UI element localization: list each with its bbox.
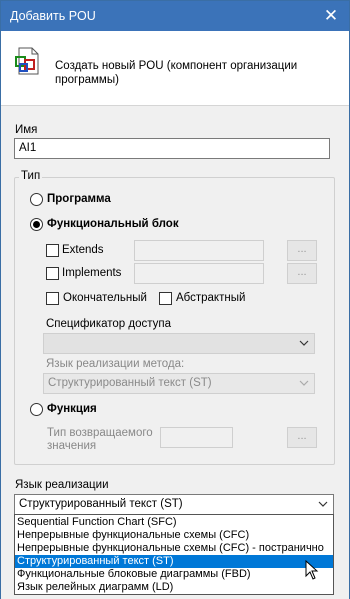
- implements-label: Implements: [62, 267, 122, 279]
- implements-checkbox[interactable]: [46, 267, 59, 280]
- final-label: Окончательный: [63, 292, 147, 304]
- header-description: Создать новый POU (компонент организации…: [55, 60, 298, 86]
- close-icon: ✕: [323, 6, 339, 25]
- add-pou-dialog: Добавить POU ✕ Создать новый POU (компон…: [0, 0, 350, 599]
- extends-input[interactable]: [134, 240, 264, 261]
- final-checkbox[interactable]: [46, 292, 59, 305]
- function-block-radio[interactable]: [30, 218, 43, 231]
- dialog-header: Создать новый POU (компонент организации…: [1, 31, 349, 106]
- extends-checkbox[interactable]: [46, 244, 59, 257]
- dropdown-option-fbd[interactable]: Функциональные блоковые диаграммы (FBD): [15, 568, 333, 581]
- access-specifier-label: Спецификатор доступа: [46, 318, 172, 330]
- implements-browse-button[interactable]: ...: [287, 263, 317, 284]
- implementation-language-select[interactable]: Структурированный текст (ST): [14, 494, 334, 515]
- dropdown-option-sfc[interactable]: Sequential Function Chart (SFC): [15, 516, 333, 529]
- type-group-legend: Тип: [19, 170, 43, 182]
- implementation-language-value: Структурированный текст (ST): [19, 498, 183, 510]
- extends-label: Extends: [62, 244, 104, 256]
- access-specifier-select[interactable]: [43, 333, 315, 354]
- function-radio[interactable]: [30, 403, 43, 416]
- dropdown-option-cfc[interactable]: Непрерывные функциональные схемы (CFC): [15, 529, 333, 542]
- implementation-language-label: Язык реализации: [15, 479, 109, 491]
- close-button[interactable]: ✕: [321, 6, 341, 26]
- window-title: Добавить POU: [10, 9, 96, 23]
- name-label: Имя: [15, 124, 38, 136]
- implementation-language-dropdown-list: Sequential Function Chart (SFC) Непрерыв…: [14, 514, 334, 595]
- mouse-pointer-icon: [305, 560, 319, 580]
- return-type-label: Тип возвращаемого значения: [47, 427, 153, 452]
- method-language-value: Структурированный текст (ST): [48, 377, 212, 389]
- dropdown-option-st[interactable]: Структурированный текст (ST): [15, 555, 333, 568]
- function-block-radio-label[interactable]: Функциональный блок: [47, 218, 179, 230]
- program-radio[interactable]: [30, 193, 43, 206]
- return-type-input[interactable]: [160, 427, 233, 448]
- title-bar[interactable]: Добавить POU ✕: [1, 1, 349, 31]
- chevron-down-icon: [318, 501, 328, 507]
- function-radio-label[interactable]: Функция: [47, 403, 97, 415]
- return-type-browse-button[interactable]: ...: [287, 427, 317, 448]
- method-language-select[interactable]: Структурированный текст (ST): [43, 373, 315, 394]
- name-input[interactable]: AI1: [14, 138, 330, 159]
- pou-document-icon: [15, 47, 39, 75]
- dropdown-option-cfc-paged[interactable]: Непрерывные функциональные схемы (CFC) -…: [15, 542, 333, 555]
- program-radio-label[interactable]: Программа: [47, 193, 111, 205]
- implements-input[interactable]: [134, 263, 264, 284]
- footer-strip: [1, 595, 349, 599]
- abstract-label: Абстрактный: [176, 292, 246, 304]
- dropdown-option-ld[interactable]: Язык релейных диаграмм (LD): [15, 581, 333, 594]
- abstract-checkbox[interactable]: [159, 292, 172, 305]
- chevron-down-icon: [299, 340, 309, 346]
- chevron-down-icon: [299, 380, 309, 386]
- method-language-label: Язык реализации метода:: [46, 358, 185, 370]
- extends-browse-button[interactable]: ...: [287, 240, 317, 261]
